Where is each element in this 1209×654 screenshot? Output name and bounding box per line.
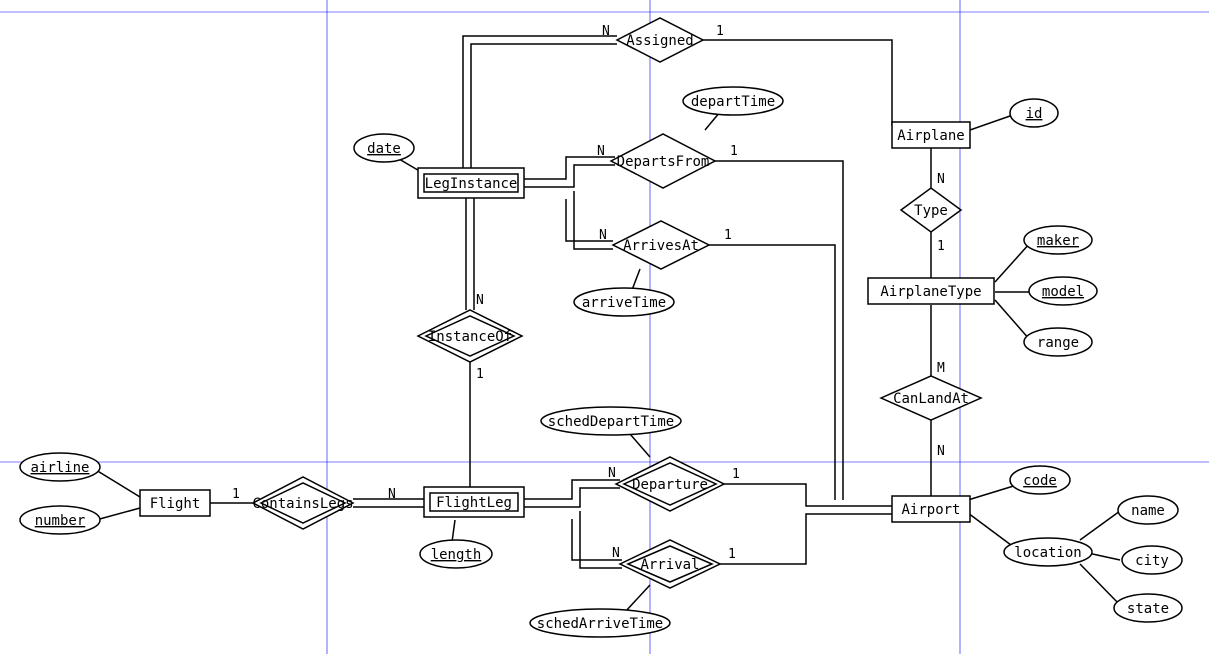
- card-arrival-right: 1: [728, 547, 736, 562]
- attr-model: model: [1029, 277, 1097, 305]
- rel-departure: Departure: [616, 457, 724, 511]
- attr-departtime: departTime: [683, 87, 783, 115]
- card-canlandat-bottom: N: [937, 444, 945, 459]
- svg-text:name: name: [1131, 503, 1165, 519]
- card-containslegs-left: 1: [232, 487, 240, 502]
- entity-airplanetype: AirplaneType: [868, 278, 994, 304]
- attr-maker: maker: [1024, 226, 1092, 254]
- attr-state: state: [1114, 594, 1182, 622]
- svg-text:Assigned: Assigned: [626, 33, 693, 49]
- svg-text:FlightLeg: FlightLeg: [436, 495, 512, 511]
- attr-city: city: [1122, 546, 1182, 574]
- svg-text:DepartsFrom: DepartsFrom: [617, 154, 710, 170]
- rel-departsfrom: DepartsFrom: [611, 134, 715, 188]
- svg-text:Airplane: Airplane: [897, 128, 964, 144]
- card-arrivesat-left: N: [599, 228, 607, 243]
- attr-scheddeparttime: schedDepartTime: [541, 407, 681, 435]
- card-containslegs-right: N: [388, 487, 396, 502]
- rel-canlandat: CanLandAt: [881, 376, 981, 420]
- svg-text:Type: Type: [914, 203, 948, 219]
- card-instanceof-top: N: [476, 293, 484, 308]
- card-instanceof-bottom: 1: [476, 367, 484, 382]
- svg-text:arriveTime: arriveTime: [582, 295, 666, 311]
- attr-number: number: [20, 506, 100, 534]
- card-departsfrom-left: N: [597, 144, 605, 159]
- attr-code: code: [1010, 466, 1070, 494]
- card-assigned-left: N: [602, 24, 610, 39]
- svg-text:InstanceOf: InstanceOf: [428, 329, 512, 345]
- card-type-top: N: [937, 172, 945, 187]
- er-diagram-canvas: Flight airline number ContainsLegs 1 N F…: [0, 0, 1209, 654]
- svg-text:Departure: Departure: [632, 477, 708, 493]
- svg-text:range: range: [1037, 335, 1079, 351]
- rel-arrivesat: ArrivesAt: [613, 221, 709, 269]
- entity-flight-label: Flight: [150, 496, 201, 512]
- svg-text:length: length: [431, 547, 482, 563]
- rel-containslegs: ContainsLegs: [252, 477, 353, 529]
- attr-length: length: [420, 540, 492, 568]
- entity-flightleg: FlightLeg: [424, 487, 524, 517]
- card-assigned-right: 1: [716, 24, 724, 39]
- svg-text:Airport: Airport: [901, 502, 960, 518]
- rel-arrival: Arrival: [620, 540, 720, 588]
- card-departsfrom-right: 1: [730, 144, 738, 159]
- entity-flight: Flight: [140, 490, 210, 516]
- card-arrival-left: N: [612, 546, 620, 561]
- svg-text:id: id: [1026, 106, 1043, 122]
- entity-airport: Airport: [892, 496, 970, 522]
- attr-date: date: [354, 134, 414, 162]
- svg-text:AirplaneType: AirplaneType: [880, 284, 981, 300]
- card-canlandat-top: M: [937, 361, 945, 376]
- card-departure-right: 1: [732, 467, 740, 482]
- svg-text:LegInstance: LegInstance: [425, 176, 518, 192]
- svg-text:schedDepartTime: schedDepartTime: [548, 414, 674, 430]
- attr-airline: airline: [20, 453, 100, 481]
- svg-text:date: date: [367, 141, 401, 157]
- svg-text:airline: airline: [30, 460, 89, 476]
- entity-airplane: Airplane: [892, 122, 970, 148]
- card-type-bottom: 1: [937, 239, 945, 254]
- svg-text:maker: maker: [1037, 233, 1079, 249]
- svg-text:number: number: [35, 513, 86, 529]
- card-arrivesat-right: 1: [724, 228, 732, 243]
- entity-leginstance: LegInstance: [418, 168, 524, 198]
- svg-text:model: model: [1042, 284, 1084, 300]
- svg-text:ContainsLegs: ContainsLegs: [252, 496, 353, 512]
- svg-text:departTime: departTime: [691, 94, 775, 110]
- svg-text:CanLandAt: CanLandAt: [893, 391, 969, 407]
- svg-text:schedArriveTime: schedArriveTime: [537, 616, 663, 632]
- svg-text:city: city: [1135, 553, 1169, 569]
- svg-text:location: location: [1014, 545, 1081, 561]
- attr-name: name: [1118, 496, 1178, 524]
- svg-text:Arrival: Arrival: [640, 557, 699, 573]
- rel-instanceof: InstanceOf: [418, 310, 522, 362]
- attr-arrivetime: arriveTime: [574, 288, 674, 316]
- rel-type: Type: [901, 188, 961, 232]
- attr-id: id: [1010, 99, 1058, 127]
- svg-text:code: code: [1023, 473, 1057, 489]
- rel-assigned: Assigned: [617, 18, 703, 62]
- svg-text:ArrivesAt: ArrivesAt: [623, 238, 699, 254]
- attr-schedarrivetime: schedArriveTime: [530, 609, 670, 637]
- attr-location: location: [1004, 538, 1092, 566]
- card-departure-left: N: [608, 466, 616, 481]
- attr-range: range: [1024, 328, 1092, 356]
- svg-text:state: state: [1127, 601, 1169, 617]
